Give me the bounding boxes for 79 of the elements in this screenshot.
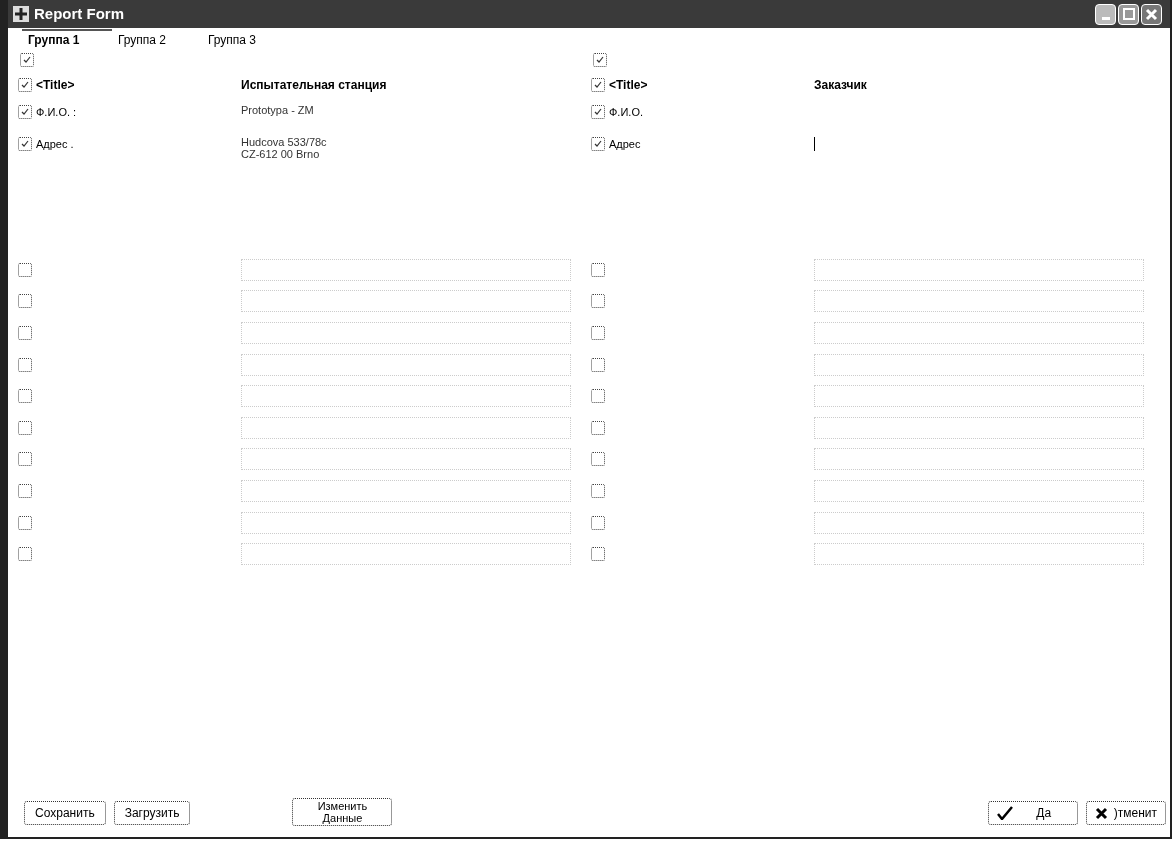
checkbox[interactable]	[591, 326, 605, 340]
field-label: Адрес	[609, 137, 641, 152]
field-label: Ф.И.О. :	[36, 105, 77, 120]
checkmark-icon	[996, 806, 1013, 820]
tab[interactable]: Группа 1	[22, 29, 112, 49]
checkbox[interactable]	[18, 326, 32, 340]
checkbox[interactable]	[18, 452, 32, 467]
input-field[interactable]	[814, 511, 1144, 534]
tab[interactable]: Группа 2	[112, 29, 202, 49]
checkmark-icon	[595, 55, 605, 65]
input-field[interactable]	[814, 385, 1144, 408]
checkmark-icon	[593, 80, 603, 90]
input-field[interactable]	[241, 385, 571, 408]
close-icon	[1145, 7, 1158, 21]
checkbox[interactable]	[18, 420, 32, 435]
input-field[interactable]	[241, 479, 571, 502]
checkbox[interactable]	[593, 53, 607, 67]
input-field[interactable]	[814, 416, 1144, 439]
checkbox[interactable]	[18, 389, 32, 404]
button[interactable]: Загрузить	[113, 801, 191, 825]
checkbox[interactable]	[18, 262, 32, 277]
input-field[interactable]	[814, 448, 1144, 471]
field-label: <Title>	[36, 77, 75, 94]
cancel-button[interactable]: )тменит	[1085, 801, 1166, 825]
input-field[interactable]	[241, 258, 571, 281]
group-heading: Заказчик	[814, 77, 867, 94]
checkbox[interactable]	[18, 294, 32, 309]
input-field[interactable]	[241, 322, 571, 344]
checkbox[interactable]	[20, 53, 34, 67]
field-label: <Title>	[609, 77, 648, 94]
minimize-button[interactable]	[1095, 3, 1116, 25]
input-field[interactable]	[241, 416, 571, 439]
input-field[interactable]	[814, 258, 1144, 281]
ok-button[interactable]: Да	[987, 801, 1078, 825]
text-cursor	[814, 137, 815, 151]
input-field[interactable]	[241, 543, 571, 566]
group-heading: Испытательная станция	[241, 77, 387, 94]
tab[interactable]: Группа 3	[202, 29, 292, 49]
input-field[interactable]	[241, 353, 571, 376]
checkbox[interactable]	[18, 483, 32, 498]
checkbox[interactable]	[591, 420, 605, 435]
input-field[interactable]	[241, 290, 571, 313]
input-field[interactable]	[814, 543, 1144, 566]
checkbox[interactable]	[591, 137, 605, 152]
field-value: Prototypa - ZM	[241, 104, 314, 116]
checkbox[interactable]	[591, 389, 605, 404]
field-label: Адрес .	[36, 137, 74, 152]
checkbox[interactable]	[591, 78, 605, 92]
edit-data-button[interactable]: Изменить Данные	[292, 797, 393, 826]
checkbox[interactable]	[18, 137, 32, 152]
close-button[interactable]	[1141, 3, 1162, 25]
checkbox[interactable]	[591, 547, 605, 562]
checkbox[interactable]	[591, 452, 605, 467]
checkbox[interactable]	[18, 357, 32, 372]
button[interactable]: Сохранить	[24, 801, 106, 825]
checkmark-icon	[20, 80, 30, 90]
checkbox[interactable]	[18, 515, 32, 530]
checkbox[interactable]	[18, 547, 32, 562]
checkbox[interactable]	[18, 105, 32, 120]
checkbox[interactable]	[18, 78, 32, 92]
input-field[interactable]	[814, 322, 1144, 344]
checkbox[interactable]	[591, 294, 605, 309]
field-value: Hudcova 533/78c CZ-612 00 Brno	[241, 136, 327, 160]
input-field[interactable]	[241, 511, 571, 534]
input-field[interactable]	[241, 448, 571, 471]
close-icon	[1094, 806, 1108, 820]
checkbox[interactable]	[591, 357, 605, 372]
checkbox[interactable]	[591, 515, 605, 530]
checkbox[interactable]	[591, 105, 605, 120]
checkbox[interactable]	[591, 262, 605, 277]
field-label: Ф.И.О.	[609, 105, 643, 120]
checkmark-icon	[22, 55, 32, 65]
maximize-button[interactable]	[1118, 3, 1139, 25]
app-icon	[12, 5, 30, 23]
input-field[interactable]	[814, 479, 1144, 502]
checkbox[interactable]	[591, 483, 605, 498]
window-title: Report Form	[34, 3, 124, 24]
input-field[interactable]	[814, 353, 1144, 376]
input-field[interactable]	[814, 290, 1144, 313]
